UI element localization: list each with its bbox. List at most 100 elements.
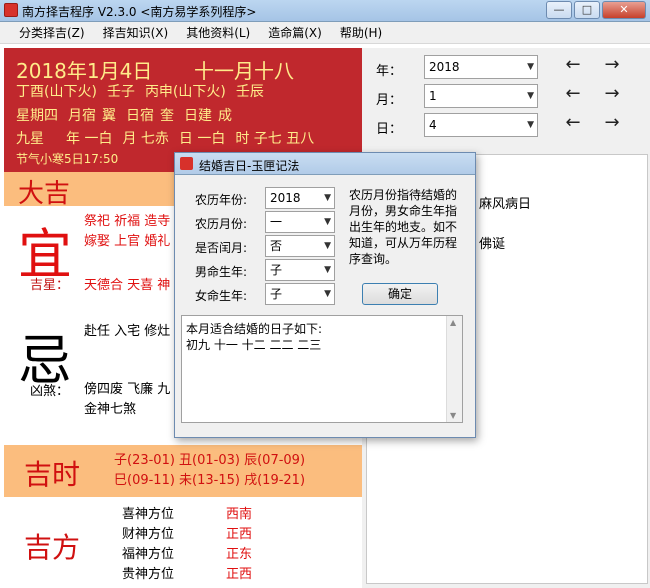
lunar-year-value: 2018 [270,191,301,205]
result-scrollbar[interactable]: ▲ ▼ [446,316,462,422]
guishen-label: 贵神方位 [122,567,175,582]
maximize-button[interactable]: □ [574,1,600,19]
jishi-line2: 巳(09-11) 未(13-15) 戌(19-21) [114,473,306,488]
menu-zaoming[interactable]: 造命篇(X) [259,22,331,44]
month-mansion: 翼 [102,108,116,124]
jixing-value: 天德合 天喜 神 [84,278,171,293]
month-label: 月： [376,93,403,108]
month-prev-button[interactable]: ← [563,83,583,104]
day-mansion: 奎 [160,108,174,124]
day-select[interactable]: 4 ▼ [424,113,538,137]
result-textarea[interactable]: 本月适合结婚的日子如下: 初九 十一 十二 二二 二三 ▲ ▼ [181,315,463,423]
menu-bar: 分类择吉(Z) 择吉知识(X) 其他资料(L) 造命篇(X) 帮助(H) [0,22,650,44]
lunar-year-select[interactable]: 2018 ▼ [265,187,335,209]
male-birth-year-select[interactable]: 子 ▼ [265,259,335,281]
detail-text-1: 麻风病日 [479,197,532,212]
jishi-hours: 子(23-01) 丑(01-03) 辰(07-09) 巳(09-11) 未(13… [114,451,305,491]
month-select-value: 1 [429,89,437,103]
leap-month-select[interactable]: 否 ▼ [265,235,335,257]
jifang-section: 吉方 喜神方位 西南 财神方位 正西 福神方位 正东 贵神方位 正西 [4,500,362,588]
scroll-down-icon[interactable]: ▼ [450,411,456,420]
dialog-help-note: 农历月份指待结婚的月份，男女命生年指出生年的地支。如不知道，可从万年历程序查询。 [349,188,458,266]
minimize-button[interactable]: — [546,1,572,19]
weekday-line: 星期四 月宿翼日宿奎日建成 [16,105,242,125]
chevron-down-icon: ▼ [527,62,534,72]
xiongsha-label: 凶煞： [30,384,70,399]
solar-date: 2018年1月4日 [16,59,153,83]
day-officer: 成 [218,108,232,124]
jishi-line1: 子(23-01) 丑(01-03) 辰(07-09) [114,453,306,468]
year-prev-button[interactable]: ← [563,54,583,75]
year-next-button[interactable]: → [602,54,622,75]
year-label: 年： [376,64,403,79]
detail-text-2: 佛诞 [479,237,506,252]
nine-star-month: 月 七赤 [122,131,169,147]
title-bar: 南方择吉程序 V2.3.0 <南方易学系列程序> — □ ✕ [0,0,650,22]
app-icon [4,3,18,17]
jishi-label: 吉时 [24,458,81,491]
month-ganzhi: 壬子 [106,84,135,100]
close-button[interactable]: ✕ [602,1,646,19]
nine-star-hour: 时 子七 丑八 [235,131,315,147]
yi-items-line1: 祭祀 祈福 造寺 [84,214,171,229]
guishen-dir: 正西 [226,567,253,582]
day-prev-button[interactable]: ← [563,112,583,133]
lunar-month-select[interactable]: 一 ▼ [265,211,335,233]
ji-items: 赴任 入宅 修灶 [84,324,171,339]
jifang-label: 吉方 [24,531,81,564]
hour-ganzhi: 壬辰 [235,84,264,100]
weekday: 星期四 [16,108,58,124]
window-controls: — □ ✕ [546,1,646,19]
month-next-button[interactable]: → [602,83,622,104]
day-label: 日： [376,122,403,137]
nine-star-line: 九星 年 一白月 七赤日 一白时 子七 丑八 [16,128,324,148]
year-select-value: 2018 [429,60,460,74]
wedding-date-dialog: 结婚吉日-玉匣记法 农历年份: 2018 ▼ 农历月份: 一 ▼ 是否闰月: 否… [174,152,476,438]
male-birth-year-value: 子 [270,263,283,277]
chevron-down-icon: ▼ [527,91,534,101]
leap-month-value: 否 [270,239,283,253]
ok-button[interactable]: 确定 [362,283,438,305]
jishi-band: 吉时 子(23-01) 丑(01-03) 辰(07-09) 巳(09-11) 未… [4,445,362,497]
menu-other-info[interactable]: 其他资料(L) [177,22,259,44]
year-ganzhi: 丁酉(山下火) [16,84,97,100]
nine-star-year: 年 一白 [66,131,113,147]
xishen-dir: 西南 [226,507,253,522]
jixing-label: 吉星： [30,278,70,293]
chevron-down-icon: ▼ [324,265,331,275]
female-birth-year-label: 女命生年: [195,289,248,303]
female-birth-year-select[interactable]: 子 ▼ [265,283,335,305]
lunar-year-label: 农历年份: [195,193,248,207]
solar-term: 节气小寒5日17:50 [16,152,119,166]
nine-star-day: 日 一白 [178,131,226,147]
chevron-down-icon: ▼ [324,241,331,251]
year-select[interactable]: 2018 ▼ [424,55,538,79]
caishen-dir: 正西 [226,527,253,542]
xiongsha-value: 傍四废 飞廉 九 金神七煞 [84,380,170,420]
chevron-down-icon: ▼ [527,120,534,130]
menu-knowledge[interactable]: 择吉知识(X) [94,22,178,44]
male-birth-year-label: 男命生年: [195,265,248,279]
leap-month-label: 是否闰月: [195,241,248,255]
month-select[interactable]: 1 ▼ [424,84,538,108]
yi-items-line2: 嫁娶 上官 婚礼 [84,234,171,249]
chevron-down-icon: ▼ [324,217,331,227]
menu-category-select[interactable]: 分类择吉(Z) [10,22,94,44]
xiongsha-line1: 傍四废 飞廉 九 [84,382,171,397]
dialog-title: 结婚吉日-玉匣记法 [199,159,300,173]
month-mansion-label: 月宿 [68,108,96,124]
xiongsha-line2: 金神七煞 [84,402,137,417]
day-next-button[interactable]: → [602,112,622,133]
window-title: 南方择吉程序 V2.3.0 <南方易学系列程序> [22,5,257,19]
chevron-down-icon: ▼ [324,289,331,299]
result-line-1: 本月适合结婚的日子如下: [186,322,323,336]
day-officer-label: 日建 [184,108,212,124]
lunar-month-label: 农历月份: [195,217,248,231]
fushen-dir: 正东 [226,547,253,562]
result-line-2: 初九 十一 十二 二二 二三 [186,338,322,352]
dialog-title-bar: 结婚吉日-玉匣记法 [175,153,475,175]
lunar-date: 十一月十八 [194,59,294,83]
menu-help[interactable]: 帮助(H) [331,22,391,44]
day-mansion-label: 日宿 [126,108,154,124]
scroll-up-icon[interactable]: ▲ [450,318,456,327]
